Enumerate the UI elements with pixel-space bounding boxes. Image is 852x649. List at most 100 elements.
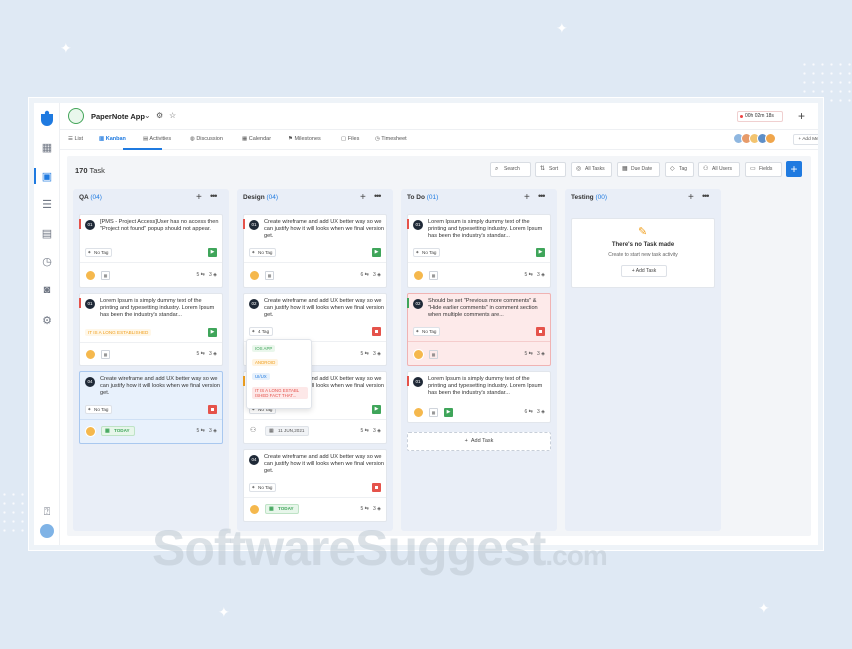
- add-icon[interactable]: +: [798, 109, 805, 123]
- stop-icon[interactable]: [372, 483, 381, 492]
- calendar-icon[interactable]: ▦: [101, 350, 110, 359]
- projects-icon[interactable]: ▣: [40, 169, 54, 183]
- task-card[interactable]: 01 Lorem Ipsum is simply dummy text of t…: [407, 371, 551, 423]
- play-icon[interactable]: ▶: [444, 408, 453, 417]
- task-card[interactable]: 04 Create wireframe and add UX better wa…: [243, 449, 387, 522]
- user-avatar[interactable]: [40, 524, 54, 538]
- task-number: 01: [413, 377, 423, 387]
- sort-button[interactable]: ⇅ Sort: [535, 162, 566, 177]
- calendar-icon[interactable]: ▦: [429, 271, 438, 280]
- play-icon[interactable]: ▶: [372, 248, 381, 257]
- task-card[interactable]: 01 [PMS - Project Access]User has no acc…: [79, 214, 223, 288]
- user-icon[interactable]: ⚇: [250, 426, 256, 434]
- tag-option[interactable]: ANDROID: [252, 359, 279, 366]
- add-member-button[interactable]: + Add Member: [793, 134, 818, 145]
- play-icon[interactable]: ▶: [208, 328, 217, 337]
- column-testing: Testing (00) + ••• ✎ There's no Task mad…: [565, 189, 721, 531]
- tag-chip[interactable]: No Tag: [413, 327, 441, 336]
- empty-add-task-button[interactable]: + Add Task: [621, 265, 667, 277]
- more-icon[interactable]: •••: [538, 191, 546, 201]
- add-icon[interactable]: +: [196, 192, 202, 203]
- play-icon[interactable]: ▶: [372, 405, 381, 414]
- play-icon[interactable]: ▶: [536, 248, 545, 257]
- task-card[interactable]: 02 Should be set "Previous more comments…: [407, 293, 551, 366]
- tasks-icon[interactable]: ☰: [40, 197, 54, 211]
- search-input[interactable]: ⌕ Search: [490, 162, 531, 177]
- avatar: [413, 407, 424, 418]
- tab-timesheet[interactable]: ◷ Timesheet: [375, 136, 407, 142]
- calendar-icon[interactable]: ▦: [429, 350, 438, 359]
- chat-icon[interactable]: ◙: [40, 283, 54, 297]
- avatar: [249, 504, 260, 515]
- due-today-badge[interactable]: TODAY: [265, 504, 299, 514]
- column-qa: QA (04) + ••• 01 [PMS - Project Access]U…: [73, 189, 229, 531]
- tab-kanban[interactable]: ▥ Kanban: [99, 136, 126, 142]
- divider: [244, 262, 386, 263]
- more-icon[interactable]: •••: [702, 191, 710, 201]
- priority-strip: [407, 219, 409, 229]
- star-icon[interactable]: ☆: [169, 111, 176, 120]
- timer-badge[interactable]: 00h 02m 18s: [737, 111, 783, 122]
- all-tasks-button[interactable]: ◎ All Tasks: [571, 162, 612, 177]
- avatar: [85, 270, 96, 281]
- tab-milestones[interactable]: ⚑ Milestones: [288, 136, 321, 142]
- tag-chip[interactable]: IT IS A LONG ESTABLISHED: [85, 329, 152, 336]
- fields-icon: ▭: [750, 166, 756, 172]
- task-card[interactable]: 01 Lorem Ipsum is simply dummy text of t…: [407, 214, 551, 288]
- play-icon[interactable]: ▶: [208, 248, 217, 257]
- tag-chip[interactable]: No Tag: [85, 405, 113, 414]
- tag-chip[interactable]: No Tag: [413, 248, 441, 257]
- stop-icon[interactable]: [536, 327, 545, 336]
- column-title: QA (04): [79, 194, 102, 201]
- fields-button[interactable]: ▭ Fields: [745, 162, 782, 177]
- watermark: SoftwareSuggest.com: [152, 520, 608, 576]
- clock-icon[interactable]: ◷: [40, 254, 54, 268]
- more-icon[interactable]: •••: [374, 191, 382, 201]
- tag-chip[interactable]: No Tag: [249, 248, 277, 257]
- tag-chip[interactable]: 4 Tag: [249, 327, 274, 336]
- gear-icon[interactable]: ⚙: [156, 111, 163, 120]
- due-date-button[interactable]: ▦ Due Date: [617, 162, 660, 177]
- tab-calendar[interactable]: ▦ Calendar: [242, 136, 271, 142]
- tag-option[interactable]: IT IS A LONG ESTABL ISHED FACT THAT...: [252, 387, 308, 399]
- tab-list[interactable]: ☰ List: [68, 136, 83, 142]
- empty-subtitle: Create to start new task activity: [608, 252, 678, 258]
- settings-icon[interactable]: ⚙: [40, 313, 54, 327]
- add-icon[interactable]: +: [360, 192, 366, 203]
- user-icon: ⚇: [703, 166, 709, 172]
- more-icon[interactable]: •••: [210, 191, 218, 201]
- calendar-icon[interactable]: ▦: [429, 408, 438, 417]
- tab-activities[interactable]: ▤ Activities: [143, 136, 171, 142]
- stop-icon[interactable]: [372, 327, 381, 336]
- all-users-button[interactable]: ⚇ All Users: [698, 162, 740, 177]
- task-card[interactable]: 01 Create wireframe and add UX better wa…: [243, 214, 387, 288]
- due-date-badge[interactable]: 11 JUN,2021: [265, 426, 310, 436]
- help-icon[interactable]: ⍰: [40, 505, 54, 519]
- add-icon[interactable]: +: [688, 192, 694, 203]
- tag-icon: ◇: [670, 166, 675, 172]
- tag-chip[interactable]: No Tag: [85, 248, 113, 257]
- tag-option[interactable]: UI/UX: [252, 373, 270, 380]
- sort-icon: ⇅: [540, 166, 546, 172]
- dashboard-icon[interactable]: ▦: [40, 140, 54, 154]
- due-today-badge[interactable]: TODAY: [101, 426, 135, 436]
- tag-option[interactable]: IOS APP: [252, 345, 276, 352]
- calendar-icon[interactable]: ▦: [101, 271, 110, 280]
- calendar-icon[interactable]: ▤: [40, 226, 54, 240]
- chevron-down-icon[interactable]: ⌄: [144, 111, 151, 120]
- tab-files[interactable]: ▢ Files: [341, 136, 359, 142]
- tag-chip[interactable]: No Tag: [249, 483, 277, 492]
- tag-button[interactable]: ◇ Tag: [665, 162, 694, 177]
- task-text: Should be set "Previous more comments" &…: [428, 298, 538, 318]
- add-icon[interactable]: +: [524, 192, 530, 203]
- add-task-button[interactable]: +: [786, 161, 802, 177]
- calendar-icon[interactable]: ▦: [265, 271, 274, 280]
- stop-icon[interactable]: [208, 405, 217, 414]
- add-task-button[interactable]: + Add Task: [407, 432, 551, 451]
- task-card[interactable]: 01 Lorem Ipsum is simply dummy text of t…: [79, 293, 223, 366]
- task-card[interactable]: 04 Create wireframe and add UX better wa…: [79, 371, 223, 444]
- project-name[interactable]: PaperNote App: [91, 112, 145, 121]
- tab-discussion[interactable]: ◍ Discussion: [190, 136, 223, 142]
- task-count: 170 Task: [75, 166, 105, 175]
- task-number: 01: [413, 220, 423, 230]
